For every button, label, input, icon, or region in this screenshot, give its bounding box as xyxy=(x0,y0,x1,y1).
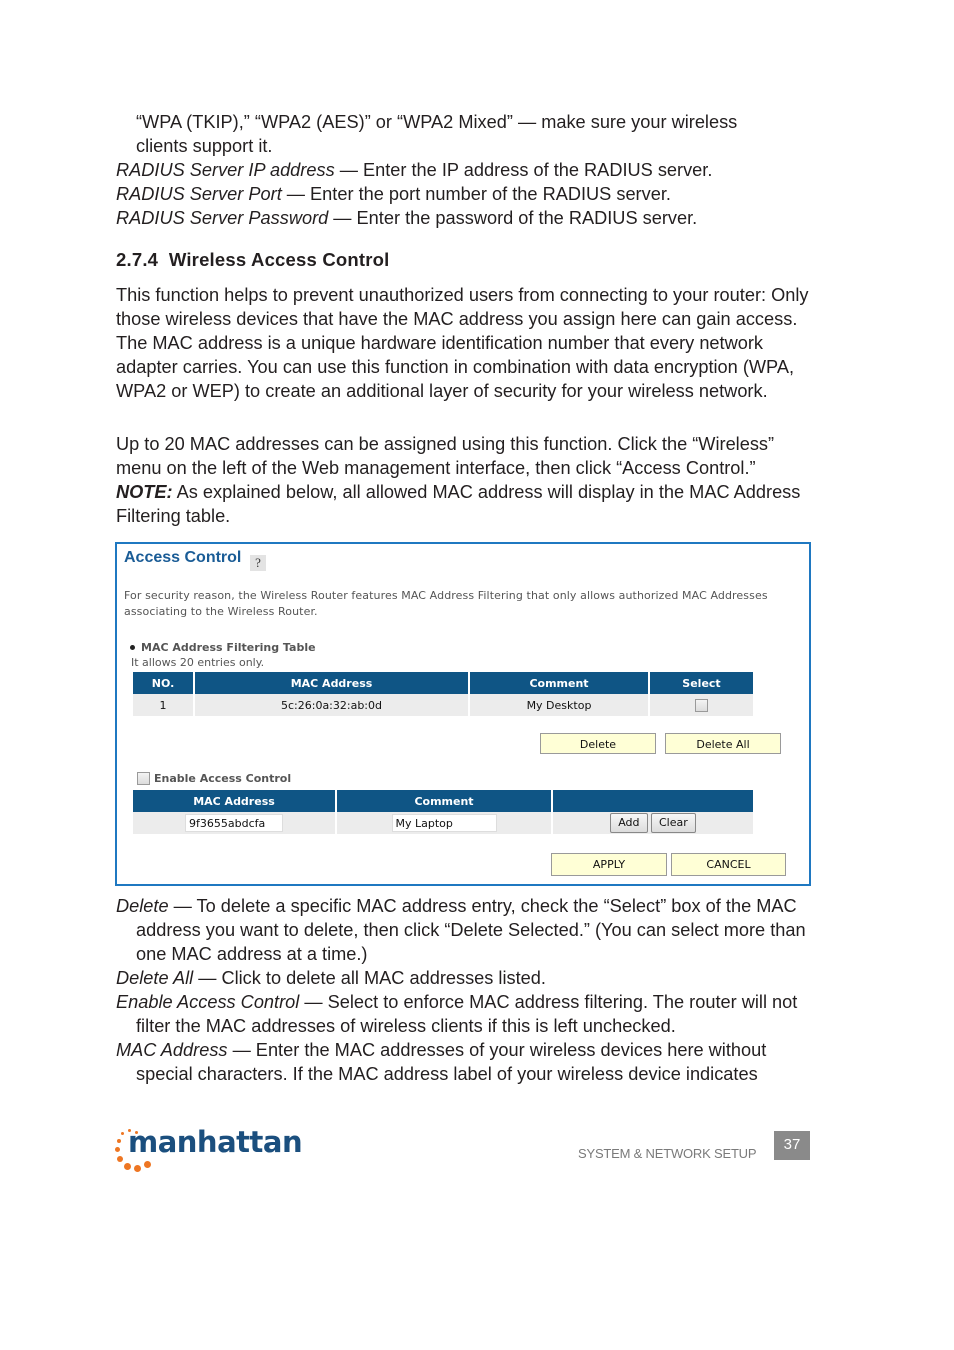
term: Enable Access Control xyxy=(116,992,300,1012)
term: RADIUS Server Password xyxy=(116,208,329,228)
note-label: NOTE: xyxy=(116,482,173,502)
manhattan-logo: manhattan xyxy=(114,1125,303,1175)
brand-name: manhattan xyxy=(128,1125,303,1159)
definition-radius-port: RADIUS Server Port — Enter the port numb… xyxy=(116,182,816,206)
cell-mac-input: 9f3655abdcfa xyxy=(133,812,335,834)
panel-title: Access Control xyxy=(124,549,242,566)
page-number: 37 xyxy=(774,1131,810,1160)
mac-address-input[interactable]: 9f3655abdcfa xyxy=(185,814,283,832)
logo-dot xyxy=(134,1165,141,1172)
panel-description: For security reason, the Wireless Router… xyxy=(124,589,768,618)
term: Delete All xyxy=(116,968,194,988)
mac-filter-table: NO. MAC Address Comment Select 1 5c:26:0… xyxy=(131,672,755,716)
definition: — Enter the password of the RADIUS serve… xyxy=(328,208,698,228)
definition: — Enter the port number of the RADIUS se… xyxy=(281,184,671,204)
add-button[interactable]: Add xyxy=(610,813,648,833)
enable-access-control-label: Enable Access Control xyxy=(154,772,292,785)
definition: — Enter the IP address of the RADIUS ser… xyxy=(334,160,713,180)
table-header-row: NO. MAC Address Comment Select xyxy=(133,672,753,694)
bullet-icon xyxy=(130,644,135,650)
logo-dot xyxy=(117,1139,121,1143)
apply-button[interactable]: APPLY xyxy=(551,853,667,876)
clear-button[interactable]: Clear xyxy=(651,813,696,833)
column-header-actions xyxy=(553,790,753,812)
enable-access-control[interactable]: Enable Access Control xyxy=(137,771,292,786)
definition-radius-ip: RADIUS Server IP address — Enter the IP … xyxy=(116,158,816,182)
column-header-select: Select xyxy=(650,672,753,694)
filter-table-label: MAC Address Filtering Table xyxy=(130,641,316,654)
column-header-mac: MAC Address xyxy=(195,672,468,694)
filter-table-label-text: MAC Address Filtering Table xyxy=(141,641,316,654)
logo-dot xyxy=(121,1132,124,1135)
intro-paragraph: This function helps to prevent unauthori… xyxy=(116,285,809,401)
cell-comment-input: My Laptop xyxy=(337,812,551,834)
continuation-line-2: clients support it. xyxy=(136,136,273,156)
enable-access-control-checkbox[interactable] xyxy=(137,771,150,785)
definition-enable-access-control: Enable Access Control — Select to enforc… xyxy=(116,990,826,1038)
term: Delete xyxy=(116,896,169,916)
footer-section-label: SYSTEM & NETWORK SETUP xyxy=(578,1146,757,1161)
help-icon[interactable]: ? xyxy=(250,555,266,571)
logo-dot xyxy=(144,1161,151,1168)
note-text: As explained below, all allowed MAC addr… xyxy=(116,482,801,526)
cancel-button[interactable]: CANCEL xyxy=(671,853,786,876)
definition-mac-address: MAC Address — Enter the MAC addresses of… xyxy=(116,1038,826,1086)
access-control-panel: Access Control ? For security reason, th… xyxy=(115,542,811,886)
manual-page: “WPA (TKIP),” “WPA2 (AES)” or “WPA2 Mixe… xyxy=(0,0,954,1350)
column-header-mac: MAC Address xyxy=(133,790,335,812)
instructions-paragraph: Up to 20 MAC addresses can be assigned u… xyxy=(116,434,775,478)
add-mac-table: MAC Address Comment 9f3655abdcfa My Lapt… xyxy=(131,790,755,834)
cell-actions: Add Clear xyxy=(553,812,753,834)
delete-all-button[interactable]: Delete All xyxy=(665,733,781,754)
logo-dot xyxy=(124,1163,131,1170)
logo-dot xyxy=(115,1147,120,1152)
column-header-comment: Comment xyxy=(337,790,551,812)
definition-radius-password: RADIUS Server Password — Enter the passw… xyxy=(116,206,816,230)
definition: — Enter the MAC addresses of your wirele… xyxy=(136,1040,767,1084)
term: RADIUS Server Port xyxy=(116,184,282,204)
table-row: 9f3655abdcfa My Laptop Add Clear xyxy=(133,812,753,834)
continuation-line-1: “WPA (TKIP),” “WPA2 (AES)” or “WPA2 Mixe… xyxy=(136,112,738,132)
definition-delete: Delete — To delete a specific MAC addres… xyxy=(116,894,826,966)
term: MAC Address xyxy=(116,1040,228,1060)
comment-input[interactable]: My Laptop xyxy=(391,814,497,832)
cell-comment: My Desktop xyxy=(470,694,648,716)
term: RADIUS Server IP address xyxy=(116,160,335,180)
select-checkbox[interactable] xyxy=(695,698,708,712)
definition: — Click to delete all MAC addresses list… xyxy=(193,968,546,988)
cell-no: 1 xyxy=(133,694,193,716)
cell-mac: 5c:26:0a:32:ab:0d xyxy=(195,694,468,716)
column-header-no: NO. xyxy=(133,672,193,694)
cell-select xyxy=(650,694,753,716)
column-header-comment: Comment xyxy=(470,672,648,694)
table-row: 1 5c:26:0a:32:ab:0d My Desktop xyxy=(133,694,753,716)
logo-dot xyxy=(117,1156,123,1162)
table-header-row: MAC Address Comment xyxy=(133,790,753,812)
filter-table-sublabel: It allows 20 entries only. xyxy=(131,656,265,669)
section-heading: 2.7.4 Wireless Access Control xyxy=(116,249,390,270)
delete-button[interactable]: Delete xyxy=(540,733,656,754)
definition: — To delete a specific MAC address entry… xyxy=(136,896,806,964)
note-paragraph: NOTE: As explained below, all allowed MA… xyxy=(116,480,806,528)
definition-delete-all: Delete All — Click to delete all MAC add… xyxy=(116,966,826,990)
